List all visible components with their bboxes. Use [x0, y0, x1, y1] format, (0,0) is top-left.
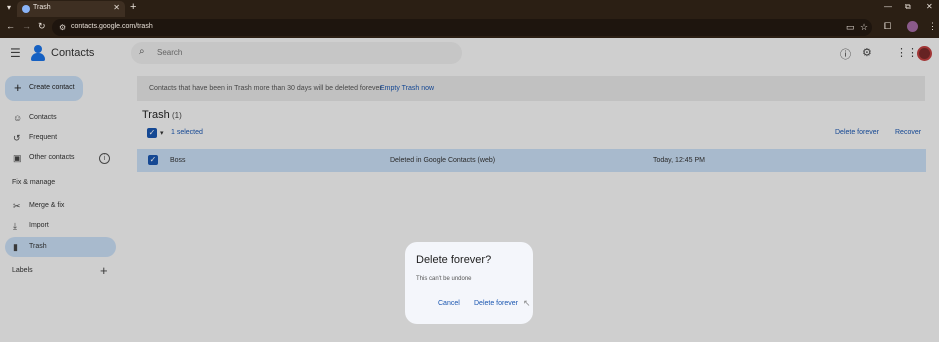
bookmark-star-icon[interactable]: ☆	[860, 22, 868, 33]
confirm-delete-button[interactable]: Delete forever	[474, 300, 518, 307]
browser-profile-icon[interactable]	[907, 21, 918, 32]
extensions-icon[interactable]: ⧠	[884, 21, 891, 32]
reload-icon[interactable]: ↻	[38, 21, 46, 32]
mouse-cursor-icon: ↖	[523, 298, 531, 308]
tab-strip: ▾ Trash ✕ + — ⧉ ✕	[0, 0, 939, 17]
dialog-title: Delete forever?	[416, 254, 492, 266]
back-icon[interactable]: ←	[6, 21, 15, 31]
install-app-icon[interactable]: ▭	[846, 22, 855, 33]
tab-title: Trash	[33, 4, 51, 11]
tab-close-icon[interactable]: ✕	[113, 3, 120, 12]
tab-search-icon[interactable]: ▾	[3, 2, 15, 14]
url-text: contacts.google.com/trash	[71, 23, 153, 30]
contacts-favicon-icon	[22, 5, 30, 13]
address-bar[interactable]: ⚙ contacts.google.com/trash ▭ ☆	[52, 19, 872, 36]
browser-tab[interactable]: Trash ✕	[17, 1, 125, 17]
browser-menu-icon[interactable]: ⋮	[928, 21, 937, 32]
site-info-icon[interactable]: ⚙	[59, 23, 66, 32]
browser-toolbar: ← → ↻ ⚙ contacts.google.com/trash ▭ ☆ ⧠ …	[0, 17, 939, 38]
minimize-icon[interactable]: —	[884, 2, 892, 11]
forward-icon[interactable]: →	[22, 21, 31, 31]
window-close-icon[interactable]: ✕	[926, 2, 933, 11]
delete-forever-dialog: Delete forever? This can't be undone Can…	[405, 242, 533, 324]
cancel-button[interactable]: Cancel	[438, 300, 460, 307]
restore-icon[interactable]: ⧉	[905, 2, 911, 12]
new-tab-icon[interactable]: +	[130, 1, 136, 13]
dialog-body: This can't be undone	[416, 276, 472, 282]
